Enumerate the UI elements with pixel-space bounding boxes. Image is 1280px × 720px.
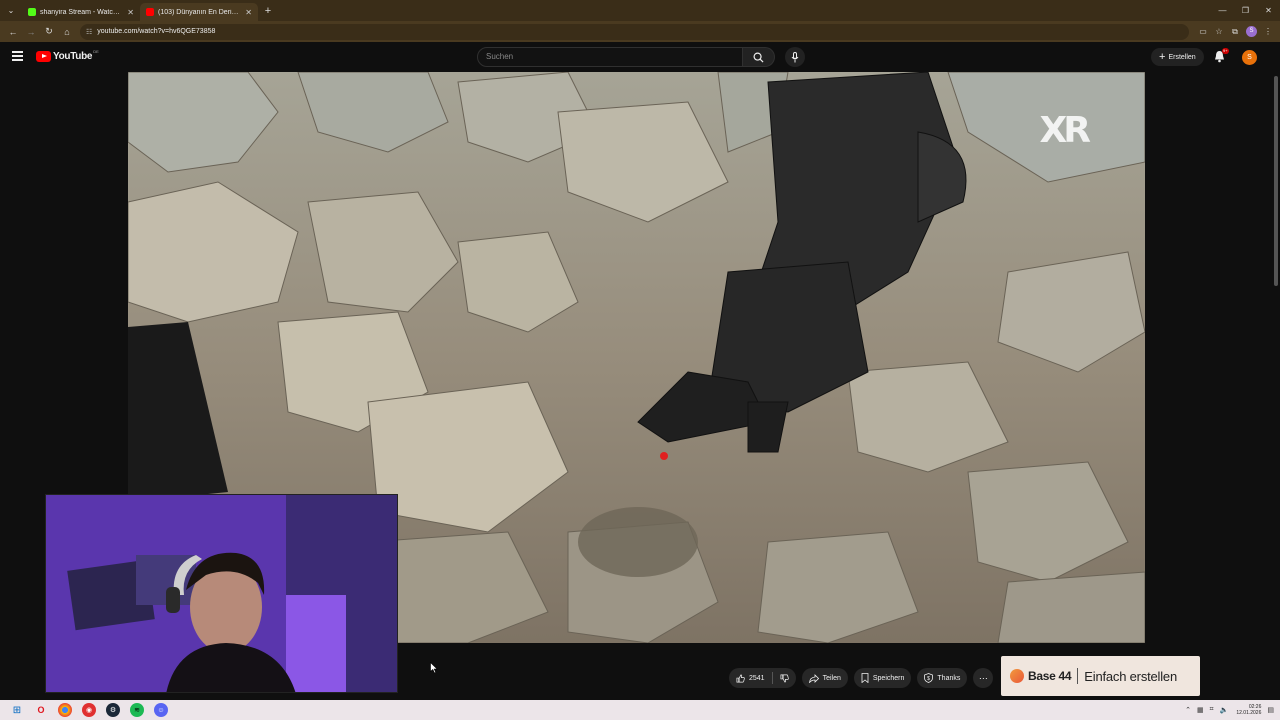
browser-address-bar: ← → ↻ ⌂ ☷ youtube.com/watch?v=hv6QGE7385… [0, 21, 1280, 42]
share-button[interactable]: Teilen [801, 668, 848, 688]
tray-app-icon[interactable]: ▦ [1197, 706, 1204, 714]
url-text: youtube.com/watch?v=hv6QGE73858 [97, 28, 216, 35]
reload-icon[interactable]: ↻ [40, 26, 58, 37]
close-tab-icon[interactable]: ✕ [127, 8, 134, 17]
svg-text:$: $ [928, 676, 931, 682]
home-icon[interactable]: ⌂ [58, 27, 76, 37]
search-input[interactable]: Suchen [477, 47, 743, 67]
maximize-icon[interactable]: ❐ [1234, 6, 1257, 15]
tab-title: shanyira Stream - Watch Live o... [40, 8, 123, 16]
url-field[interactable]: ☷ youtube.com/watch?v=hv6QGE73858 [80, 23, 1189, 40]
search-bar: Suchen [477, 47, 775, 67]
save-button[interactable]: Speichern [853, 668, 912, 688]
profile-avatar[interactable]: S [1246, 26, 1257, 37]
browser-tab-youtube[interactable]: (103) Dünyanın En Derin Nokta... ✕ [140, 3, 258, 21]
thumbs-down-icon [780, 674, 789, 683]
thanks-button[interactable]: $ Thanks [917, 668, 968, 688]
network-icon[interactable]: ⌗ [1210, 706, 1214, 714]
ad-brand: Base 44 [1028, 669, 1072, 683]
opera-icon[interactable]: O [34, 703, 48, 717]
window-close-icon[interactable]: ✕ [1257, 6, 1280, 15]
like-count: 2541 [749, 674, 765, 682]
like-dislike-group: 2541 [729, 668, 796, 688]
page-scrollbar[interactable] [1274, 76, 1278, 286]
voice-search-button[interactable] [785, 47, 805, 67]
mouse-cursor-icon [430, 662, 438, 674]
volume-icon[interactable]: 🔈 [1220, 706, 1229, 714]
microphone-icon [791, 51, 799, 62]
ad-banner[interactable]: Base 44 Einfach erstellen [1001, 656, 1200, 696]
steam-icon[interactable]: ⚙ [106, 703, 120, 717]
webcam-overlay [45, 494, 398, 693]
webcam-feed [46, 495, 397, 692]
tab-title: (103) Dünyanın En Derin Nokta... [158, 8, 241, 16]
chrome-icon[interactable] [58, 703, 72, 717]
close-tab-icon[interactable]: ✕ [245, 8, 252, 17]
minimize-icon[interactable]: — [1211, 6, 1234, 15]
thanks-label: Thanks [937, 674, 961, 682]
windows-start-icon[interactable]: ⊞ [10, 703, 24, 717]
kick-favicon-icon [28, 8, 36, 16]
account-avatar[interactable]: S [1242, 50, 1257, 65]
tab-search-icon[interactable]: ⌄ [0, 0, 22, 21]
bookmark-star-icon[interactable]: ☆ [1211, 27, 1227, 36]
notification-badge: 9+ [1222, 48, 1229, 54]
back-icon[interactable]: ← [4, 27, 22, 37]
like-button[interactable]: 2541 [729, 668, 772, 688]
share-arrow-icon [808, 673, 819, 683]
window-controls: — ❐ ✕ [1211, 6, 1280, 15]
notification-center-icon[interactable]: ▤ [1267, 706, 1274, 714]
search-button[interactable] [743, 47, 775, 67]
video-actions: 2541 Teilen Speichern $ Thanks ⋯ [729, 668, 999, 688]
browser-tab-kick[interactable]: shanyira Stream - Watch Live o... ✕ [22, 3, 140, 21]
spotify-icon[interactable]: ≋ [130, 703, 144, 717]
site-info-icon[interactable]: ☷ [86, 28, 92, 36]
more-actions-button[interactable]: ⋯ [973, 668, 994, 688]
extensions-icon[interactable]: ⧉ [1227, 27, 1243, 37]
save-label: Speichern [872, 674, 905, 682]
discord-icon[interactable]: ☺ [154, 703, 168, 717]
base44-logo-icon [1010, 669, 1024, 683]
youtube-header: YouTube DE Suchen + Erstellen 9+ S [0, 42, 1280, 72]
create-label: Erstellen [1168, 53, 1196, 61]
dislike-button[interactable] [773, 668, 796, 688]
system-tray: ⌃ ▦ ⌗ 🔈 02:26 12.01.2026 ▤ [1179, 704, 1280, 716]
clock-date: 12.01.2026 [1236, 710, 1262, 716]
youtube-play-icon [36, 51, 51, 62]
youtube-logo[interactable]: YouTube DE [36, 49, 99, 62]
clock[interactable]: 02:26 12.01.2026 [1236, 704, 1261, 716]
taskbar: ⊞ O ◉ ⚙ ≋ ☺ ⌃ ▦ ⌗ 🔈 02:26 12.01.2026 ▤ [0, 700, 1280, 720]
share-label: Teilen [822, 674, 841, 682]
browser-tab-bar: ⌄ shanyira Stream - Watch Live o... ✕ (1… [0, 0, 1280, 21]
tray-expand-icon[interactable]: ⌃ [1185, 706, 1191, 714]
youtube-wordmark: YouTube [53, 51, 93, 62]
cast-icon[interactable]: ▭ [1195, 27, 1211, 36]
thumbs-up-icon [736, 674, 745, 683]
super-thanks-icon: $ [924, 673, 934, 683]
plus-icon: + [1159, 51, 1166, 63]
forward-icon[interactable]: → [22, 27, 40, 37]
region-code: DE [93, 49, 99, 54]
bookmark-icon [861, 673, 869, 683]
more-horizontal-icon: ⋯ [978, 672, 988, 683]
app-icon[interactable]: ◉ [82, 703, 96, 717]
create-button[interactable]: + Erstellen [1151, 48, 1204, 66]
menu-icon[interactable] [12, 51, 23, 61]
new-tab-icon[interactable]: + [258, 5, 278, 17]
search-icon [753, 52, 764, 63]
ad-cta: Einfach erstellen [1084, 668, 1177, 684]
browser-menu-icon[interactable]: ⋮ [1260, 27, 1276, 36]
video-watermark: XR [1039, 110, 1092, 151]
youtube-favicon-icon [146, 8, 154, 16]
